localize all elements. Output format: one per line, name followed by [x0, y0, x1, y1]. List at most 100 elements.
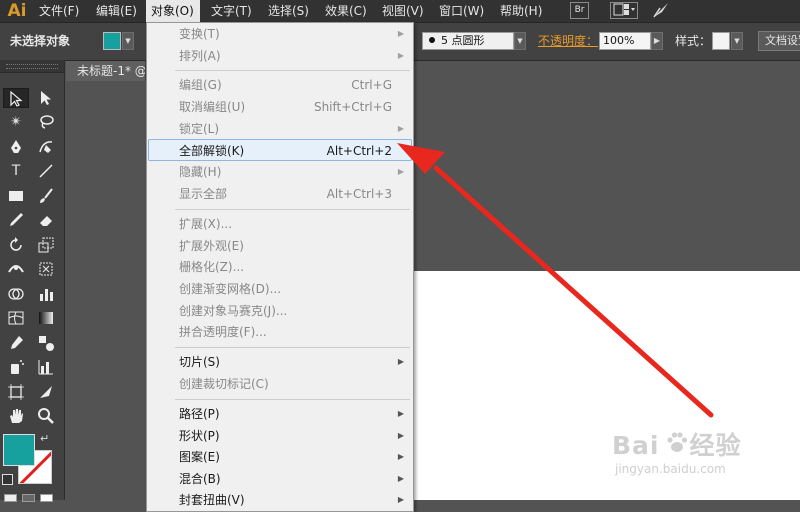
menu-item-label: 创建对象马赛克(J)... — [179, 304, 288, 318]
rectangle-tool-icon[interactable] — [3, 186, 29, 206]
menu-item-ungroup[interactable]: 取消编组(U) Shift+Ctrl+G — [148, 96, 412, 118]
menu-item-arrange[interactable]: 排列(A) ▶ — [148, 45, 412, 67]
column-graph-tool-icon[interactable] — [33, 284, 59, 304]
menu-item-path[interactable]: 路径(P) ▶ — [148, 403, 412, 425]
menu-item-shape[interactable]: 形状(P) ▶ — [148, 425, 412, 447]
menu-select[interactable]: 选择(S) — [263, 0, 314, 22]
menu-edit[interactable]: 编辑(E) — [91, 0, 142, 22]
bar-graph-tool-icon[interactable] — [33, 357, 59, 377]
width-tool-icon[interactable] — [3, 259, 29, 279]
lasso-tool-icon[interactable] — [33, 112, 59, 132]
zoom-tool-icon[interactable] — [33, 406, 59, 426]
menu-item-label: 排列(A) — [179, 49, 221, 63]
menu-type[interactable]: 文字(T) — [206, 0, 257, 22]
fill-color-swatch-large[interactable] — [3, 434, 35, 466]
gradient-tool-icon[interactable] — [33, 308, 59, 328]
fill-color-swatch[interactable] — [103, 32, 121, 50]
paintbrush-tool-icon[interactable] — [33, 186, 59, 206]
menu-item-group[interactable]: 编组(G) Ctrl+G — [148, 74, 412, 96]
menu-item-create-object-mosaic[interactable]: 创建对象马赛克(J)... — [148, 300, 412, 322]
submenu-arrow-icon: ▶ — [397, 431, 404, 440]
menu-item-expand[interactable]: 扩展(X)... — [148, 213, 412, 235]
rotate-tool-icon[interactable] — [3, 235, 29, 255]
none-mode-icon[interactable] — [40, 494, 53, 502]
menu-item-slice[interactable]: 切片(S) ▶ — [148, 351, 412, 373]
menu-item-label: 封套扭曲(V) — [179, 493, 245, 507]
menu-item-lock[interactable]: 锁定(L) ▶ — [148, 118, 412, 140]
menu-item-transform[interactable]: 变换(T) ▶ — [148, 23, 412, 45]
menu-item-label: 显示全部 — [179, 187, 228, 201]
menu-effect[interactable]: 效果(C) — [320, 0, 372, 22]
opacity-input[interactable]: 100% — [599, 32, 651, 50]
menu-item-label: 混合(B) — [179, 472, 221, 486]
menu-item-label: 全部解锁(K) — [179, 144, 245, 158]
menu-item-shortcut: Alt+Ctrl+2 — [326, 144, 392, 158]
menu-item-pattern[interactable]: 图案(E) ▶ — [148, 446, 412, 468]
brush-definition-select[interactable]: 5 点圆形 — [422, 32, 514, 50]
pencil-tool-icon[interactable] — [3, 210, 29, 230]
graphic-style-swatch[interactable] — [712, 32, 730, 50]
bridge-button[interactable]: Br — [570, 2, 589, 19]
artboard-tool-icon[interactable] — [3, 382, 29, 402]
style-dropdown-arrow[interactable]: ▼ — [731, 32, 743, 50]
opacity-expand-arrow[interactable]: ▶ — [651, 32, 663, 50]
menu-item-label: 创建裁切标记(C) — [179, 377, 269, 391]
direct-selection-tool-icon[interactable] — [33, 88, 59, 108]
swap-fill-stroke-icon[interactable]: ↵ — [40, 432, 49, 445]
feather-icon[interactable] — [650, 2, 672, 19]
menu-item-unlock-all[interactable]: 全部解锁(K) Alt+Ctrl+2 — [148, 139, 412, 161]
menu-item-label: 扩展外观(E) — [179, 239, 244, 253]
menu-view[interactable]: 视图(V) — [377, 0, 429, 22]
opacity-label[interactable]: 不透明度： — [538, 23, 598, 60]
menu-item-label: 图案(E) — [179, 450, 220, 464]
symbol-sprayer-tool-icon[interactable] — [3, 357, 29, 377]
menu-item-rasterize[interactable]: 栅格化(Z)... — [148, 256, 412, 278]
menu-help[interactable]: 帮助(H) — [495, 0, 547, 22]
menu-item-label: 隐藏(H) — [179, 165, 222, 179]
type-tool-icon[interactable]: T — [3, 161, 29, 181]
mesh-tool-icon[interactable] — [3, 308, 29, 328]
selection-tool-icon[interactable] — [3, 88, 29, 108]
tools-panel: ✴ T ↵ — [0, 60, 65, 502]
color-mode-icon[interactable] — [4, 494, 17, 502]
menu-item-create-gradient-mesh[interactable]: 创建渐变网格(D)... — [148, 278, 412, 300]
menu-item-hide[interactable]: 隐藏(H) ▶ — [148, 161, 412, 183]
style-label: 样式： — [675, 34, 712, 48]
menu-item-shortcut: Shift+Ctrl+G — [313, 100, 392, 114]
document-tab[interactable]: 未标题-1* @ — [66, 61, 146, 81]
baidu-jingyan-watermark: Bai 经验 jingyan.baidu.com — [612, 426, 792, 486]
menu-item-envelope-distort[interactable]: 封套扭曲(V) ▶ — [148, 489, 412, 511]
scale-tool-icon[interactable] — [33, 235, 59, 255]
menu-item-create-trim-marks[interactable]: 创建裁切标记(C) — [148, 373, 412, 395]
document-setup-button[interactable]: 文档设置 — [758, 31, 800, 51]
eyedropper-tool-icon[interactable] — [3, 333, 29, 353]
menu-file[interactable]: 文件(F) — [34, 0, 84, 22]
default-fill-stroke-icon[interactable] — [2, 474, 13, 485]
curvature-tool-icon[interactable] — [33, 137, 59, 157]
gradient-mode-icon[interactable] — [22, 494, 35, 502]
magic-wand-tool-icon[interactable]: ✴ — [3, 112, 29, 132]
menu-item-show-all[interactable]: 显示全部 Alt+Ctrl+3 — [148, 183, 412, 205]
shape-builder-tool-icon[interactable] — [3, 284, 29, 304]
line-segment-tool-icon[interactable] — [33, 161, 59, 181]
submenu-arrow-icon: ▶ — [397, 357, 404, 366]
free-transform-tool-icon[interactable] — [33, 259, 59, 279]
slice-tool-icon[interactable] — [33, 382, 59, 402]
app-logo: Ai — [7, 1, 27, 21]
menu-item-expand-appearance[interactable]: 扩展外观(E) — [148, 235, 412, 257]
menu-window[interactable]: 窗口(W) — [434, 0, 489, 22]
panel-grip[interactable] — [0, 60, 64, 73]
arrange-documents-icon[interactable] — [610, 2, 638, 19]
blend-tool-icon[interactable] — [33, 333, 59, 353]
menu-object[interactable]: 对象(O) — [146, 0, 200, 22]
menu-item-flatten-transparency[interactable]: 拼合透明度(F)... — [148, 321, 412, 343]
menu-item-label: 锁定(L) — [179, 122, 220, 136]
hand-tool-icon[interactable] — [3, 406, 29, 426]
selection-status: 未选择对象 — [10, 34, 71, 48]
menu-separator — [175, 347, 410, 348]
fill-dropdown-arrow[interactable]: ▼ — [122, 32, 134, 50]
pen-tool-icon[interactable] — [3, 137, 29, 157]
brush-dropdown-arrow[interactable]: ▼ — [514, 32, 526, 50]
menu-item-blend[interactable]: 混合(B) ▶ — [148, 468, 412, 490]
eraser-tool-icon[interactable] — [33, 210, 59, 230]
